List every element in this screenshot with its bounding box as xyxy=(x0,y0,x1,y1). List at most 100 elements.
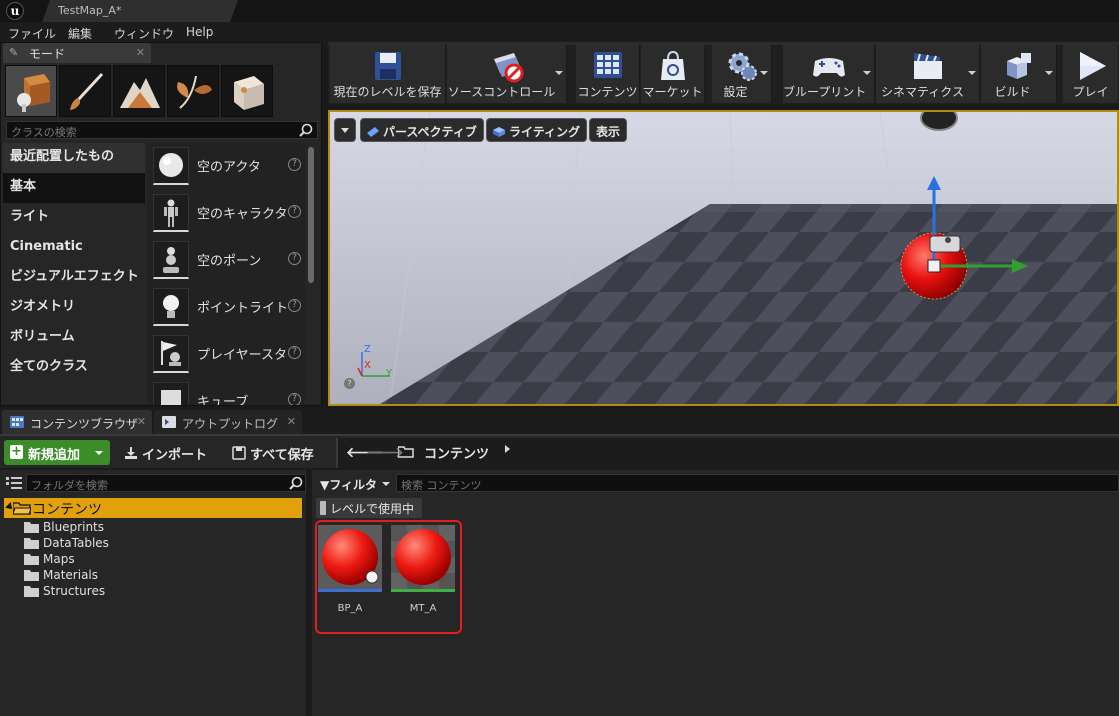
landscape-icon xyxy=(120,78,160,108)
asset-tile-bp-a[interactable]: BP_A xyxy=(318,525,382,629)
menu-window[interactable]: ウィンドウ xyxy=(114,25,174,42)
foliage-mode-button[interactable] xyxy=(167,65,219,117)
category-volumes[interactable]: ボリューム xyxy=(3,323,145,353)
thumbnail xyxy=(153,288,189,326)
list-item[interactable]: 空のアクタ ? xyxy=(147,143,305,189)
asset-thumbnail xyxy=(391,525,455,589)
folder-search-input[interactable]: フォルダを検索 xyxy=(26,474,306,492)
level-filter-label: レベルで使用中 xyxy=(330,502,415,516)
close-icon[interactable]: ✕ xyxy=(136,46,145,59)
breadcrumb[interactable]: コンテンツ xyxy=(424,443,489,462)
list-item[interactable]: 空のキャラクタ ? xyxy=(147,190,305,236)
chevron-right-icon[interactable] xyxy=(505,445,510,453)
category-cinematic[interactable]: Cinematic xyxy=(3,233,145,263)
placement-scrollbar[interactable] xyxy=(308,147,314,283)
lighting-button[interactable]: ライティング xyxy=(486,118,588,142)
blueprints-label: ブループリント xyxy=(783,85,867,99)
landscape-mode-button[interactable] xyxy=(113,65,165,117)
help-icon[interactable]: ? xyxy=(344,378,355,389)
marketplace-label: マーケット xyxy=(642,85,703,99)
build-label: ビルド xyxy=(994,85,1031,99)
modes-tab[interactable]: ✎ モード ✕ xyxy=(3,43,151,63)
save-all-button[interactable]: すべて保存 xyxy=(230,441,314,465)
category-recent[interactable]: 最近配置したもの xyxy=(3,143,145,173)
list-options-icon[interactable] xyxy=(6,476,22,490)
class-search-input[interactable]: クラスの検索 xyxy=(6,121,318,139)
search-icon[interactable] xyxy=(299,123,313,137)
help-icon[interactable]: ? xyxy=(288,299,301,312)
close-icon[interactable]: ✕ xyxy=(137,415,146,428)
menu-help[interactable]: Help xyxy=(186,25,213,39)
level-viewport[interactable]: パースペクティブ ライティング 表示 Z X Y ? xyxy=(328,110,1119,406)
tree-folder-datatables[interactable]: DataTables xyxy=(24,536,224,552)
folder-icon xyxy=(24,586,39,597)
thumbnail xyxy=(153,241,189,279)
chevron-down-icon[interactable] xyxy=(1045,71,1053,75)
sphere-icon xyxy=(159,153,183,177)
geometry-mode-button[interactable] xyxy=(221,65,273,117)
help-icon[interactable]: ? xyxy=(288,393,301,405)
list-item[interactable]: ポイントライト ? xyxy=(147,284,305,330)
unreal-logo-icon[interactable]: u xyxy=(6,2,24,20)
blueprints-button[interactable]: ブループリント xyxy=(783,45,875,103)
list-item[interactable]: プレイヤースタ ? xyxy=(147,331,305,377)
import-button[interactable]: インポート xyxy=(122,441,207,465)
help-icon[interactable]: ? xyxy=(288,346,301,359)
asset-search-input[interactable]: 検索 コンテンツ xyxy=(396,474,1119,492)
chevron-down-icon[interactable] xyxy=(968,71,976,75)
settings-button[interactable]: 設定 xyxy=(712,45,772,103)
menu-file[interactable]: ファイル xyxy=(8,25,56,42)
build-button[interactable]: ビルド xyxy=(981,45,1057,103)
category-visual-effects[interactable]: ビジュアルエフェクト xyxy=(3,263,145,293)
category-lights[interactable]: ライト xyxy=(3,203,145,233)
category-basic[interactable]: 基本 xyxy=(3,173,145,203)
play-icon xyxy=(1079,52,1106,80)
level-filter-chip[interactable]: レベルで使用中 xyxy=(316,498,422,518)
tree-root-folder[interactable]: コンテンツ xyxy=(4,498,302,518)
help-icon[interactable]: ? xyxy=(288,158,301,171)
chevron-down-icon[interactable] xyxy=(760,71,768,75)
perspective-button[interactable]: パースペクティブ xyxy=(360,118,484,142)
tab-output-log[interactable]: アウトプットログ ✕ xyxy=(154,410,302,434)
source-control-button[interactable]: ソースコントロール xyxy=(447,45,567,103)
filter-button[interactable]: ▼フィルタ xyxy=(318,474,390,494)
tree-folder-materials[interactable]: Materials xyxy=(24,568,224,584)
viewport-options-button[interactable] xyxy=(334,118,356,142)
item-label: 空のキャラクタ xyxy=(197,207,288,222)
save-level-button[interactable]: 現在のレベルを保存 xyxy=(330,45,446,103)
content-button[interactable]: コンテンツ xyxy=(576,45,640,103)
play-button[interactable]: プレイ xyxy=(1063,45,1119,103)
list-item[interactable]: 空のポーン ? xyxy=(147,237,305,283)
chevron-down-icon[interactable] xyxy=(555,71,563,75)
place-mode-button[interactable] xyxy=(5,65,57,117)
asset-tile-mt-a[interactable]: MT_A xyxy=(391,525,455,629)
tab-content-browser[interactable]: コンテンツブラウザ ✕ xyxy=(2,410,152,434)
thumbnail xyxy=(153,335,189,373)
category-geometry[interactable]: ジオメトリ xyxy=(3,293,145,323)
asset-name: BP_A xyxy=(337,603,363,614)
marketplace-button[interactable]: マーケット xyxy=(641,45,705,103)
category-all-classes[interactable]: 全てのクラス xyxy=(3,353,145,383)
tree-folder-blueprints[interactable]: Blueprints xyxy=(24,520,224,536)
build-blocks-icon xyxy=(1006,53,1031,79)
add-new-label: 新規追加 xyxy=(28,448,81,463)
filter-toggle-icon xyxy=(320,501,326,515)
tree-folder-structures[interactable]: Structures xyxy=(24,584,224,600)
save-icon xyxy=(374,52,401,80)
list-item[interactable]: キューブ ? xyxy=(147,378,305,405)
help-icon[interactable]: ? xyxy=(288,252,301,265)
tab-output-log-label: アウトプットログ xyxy=(182,417,279,431)
tree-folder-maps[interactable]: Maps xyxy=(24,552,224,568)
chevron-down-icon[interactable] xyxy=(863,71,871,75)
close-icon[interactable]: ✕ xyxy=(287,415,296,428)
add-new-button[interactable]: + 新規追加 xyxy=(4,440,110,465)
level-tab[interactable]: TestMap_A* xyxy=(42,0,238,22)
search-icon[interactable] xyxy=(289,476,303,490)
help-icon[interactable]: ? xyxy=(288,205,301,218)
cinematics-button[interactable]: シネマティクス xyxy=(876,45,980,103)
menu-edit[interactable]: 編集 xyxy=(68,25,92,42)
paint-mode-button[interactable] xyxy=(59,65,111,117)
show-button[interactable]: 表示 xyxy=(589,118,628,142)
folder-label: DataTables xyxy=(43,536,109,550)
lighting-cube-icon xyxy=(493,127,505,137)
